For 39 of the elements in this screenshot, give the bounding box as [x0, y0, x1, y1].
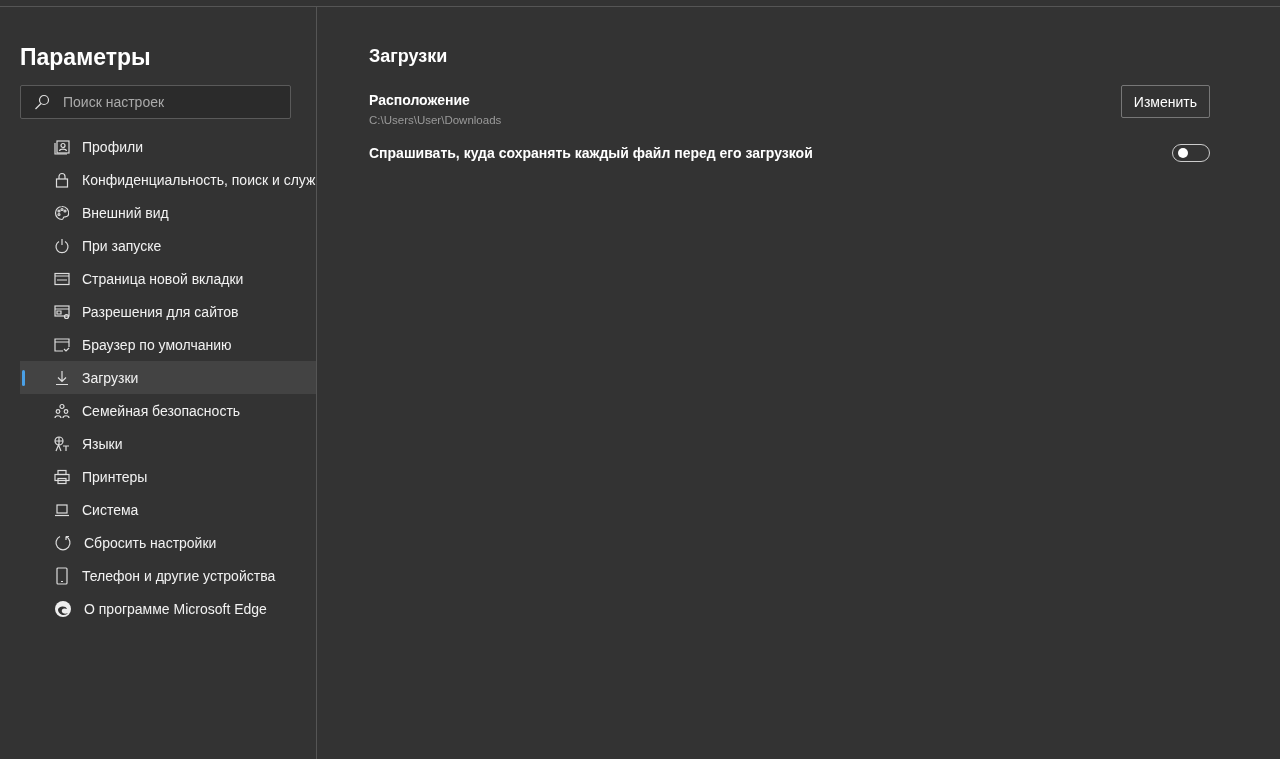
nav-item[interactable]: Конфиденциальность, поиск и служ — [20, 163, 316, 196]
page-heading: Загрузки — [369, 45, 449, 68]
nav-item[interactable]: О программе Microsoft Edge — [20, 592, 316, 625]
nav-item[interactable]: Языки — [20, 427, 316, 460]
download-icon — [54, 369, 70, 386]
nav-item[interactable]: При запуске — [20, 229, 316, 262]
edge-logo-icon — [54, 599, 72, 618]
nav-item[interactable]: Внешний вид — [20, 196, 316, 229]
languages-icon — [54, 435, 70, 452]
power-icon — [54, 237, 70, 254]
nav-item[interactable]: Сбросить настройки — [20, 526, 316, 559]
selection-indicator — [22, 370, 25, 386]
laptop-icon — [54, 501, 70, 518]
setting-label: Спрашивать, куда сохранять каждый файл перед его загрузкой — [369, 144, 813, 162]
search-field[interactable]: Поиск настроек — [20, 85, 291, 119]
profile-icon — [54, 138, 70, 155]
nav-item[interactable]: Принтеры — [20, 460, 316, 493]
change-button[interactable]: Изменить — [1120, 85, 1210, 118]
lock-icon — [54, 171, 70, 188]
settings-title: Параметры — [20, 43, 152, 71]
printer-icon — [54, 468, 70, 485]
nav-item[interactable]: Семейная безопасность — [20, 394, 316, 427]
nav-item[interactable]: Разрешения для сайтов — [20, 295, 316, 328]
site-permissions-icon — [54, 303, 70, 320]
nav-item[interactable]: Профили — [20, 130, 316, 163]
family-icon — [54, 402, 70, 419]
download-path: C:\Users\User\Downloads — [369, 114, 502, 126]
browser-check-icon — [54, 336, 70, 353]
nav-item[interactable]: Загрузки — [20, 361, 316, 394]
nav-item[interactable]: Браузер по умолчанию — [20, 328, 316, 361]
search-icon — [34, 94, 50, 110]
nav-item[interactable]: Телефон и другие устройства — [20, 559, 316, 592]
phone-icon — [54, 566, 70, 585]
nav-item[interactable]: Система — [20, 493, 316, 526]
palette-icon — [54, 204, 70, 221]
setting-label: Расположение — [369, 91, 471, 109]
reset-icon — [54, 533, 72, 552]
new-tab-page-icon — [54, 270, 70, 287]
nav-item[interactable]: Страница новой вкладки — [20, 262, 316, 295]
